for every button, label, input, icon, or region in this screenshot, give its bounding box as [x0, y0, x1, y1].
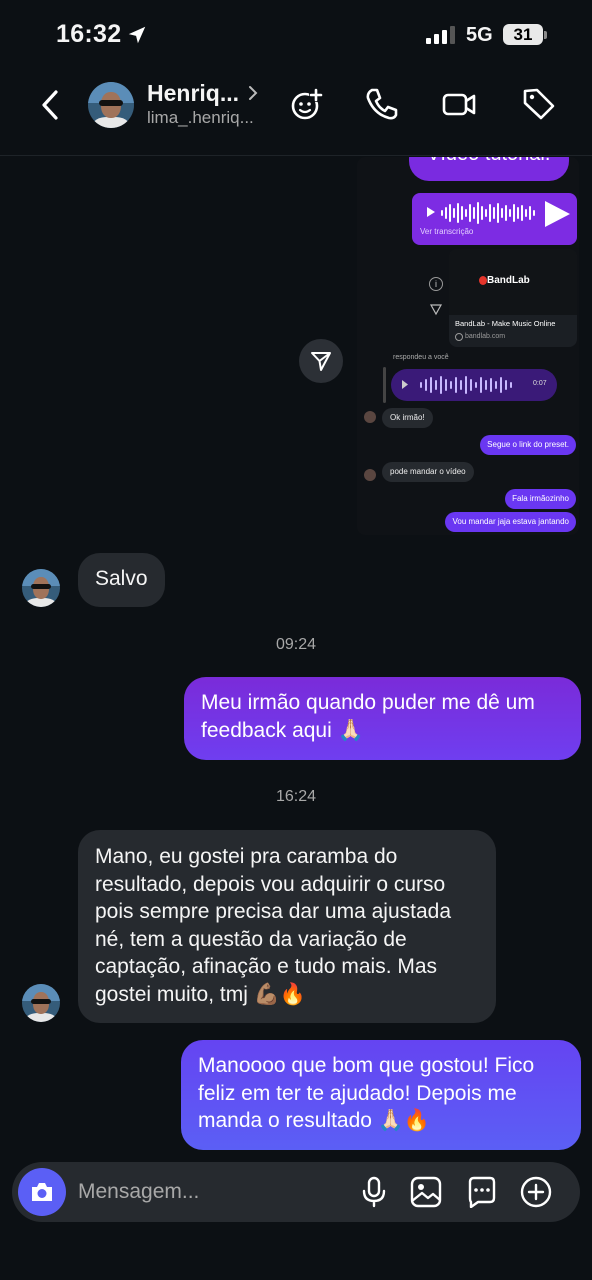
message-input[interactable] — [78, 1177, 328, 1207]
si-bandlab-logo-icon — [479, 276, 487, 285]
si-audio-card: Ver transcrição — [412, 193, 577, 245]
add-effects-icon[interactable] — [289, 86, 325, 122]
phone-icon[interactable] — [364, 86, 400, 122]
microphone-icon[interactable] — [358, 1176, 390, 1208]
message-bubble-received[interactable]: Mano, eu gostei pra caramba do resultado… — [78, 830, 496, 1023]
contact-username[interactable]: lima_.henriq... — [147, 108, 254, 128]
si-message-2: Segue o link do preset. — [480, 435, 576, 455]
plus-circle-icon[interactable] — [520, 1176, 552, 1208]
battery-indicator: 31 — [503, 24, 543, 45]
si-play-icon-2 — [402, 380, 408, 389]
si-globe-icon — [455, 333, 463, 341]
sender-avatar[interactable] — [22, 569, 60, 607]
message-composer — [12, 1162, 580, 1222]
location-arrow-icon — [128, 26, 146, 44]
si-top-bubble: Vídeo tutorial. — [409, 157, 569, 181]
si-message-3: pode mandar o vídeo — [382, 462, 474, 482]
si-waveform-2 — [420, 376, 512, 394]
si-avatar-1 — [364, 411, 376, 423]
contact-avatar[interactable] — [88, 82, 134, 128]
si-link-card: BandLab BandLab - Make Music Online band… — [449, 249, 577, 347]
si-reply-bar — [383, 367, 386, 403]
si-transcript-link: Ver transcrição — [420, 227, 474, 236]
tag-icon[interactable] — [521, 86, 557, 122]
si-audio-duration: 0:07 — [533, 380, 547, 387]
message-bubble-received[interactable]: Salvo — [78, 553, 165, 607]
image-icon[interactable] — [410, 1176, 442, 1208]
message-timestamp: 09:24 — [275, 636, 317, 653]
status-bar: 16:32 5G 31 — [0, 0, 592, 70]
si-waveform — [441, 202, 535, 224]
si-message-4: Fala irmãozinho — [505, 489, 576, 509]
si-replied-label: respondeu a você — [393, 354, 449, 361]
si-audio-message: 0:07 — [391, 369, 557, 401]
sender-avatar[interactable] — [22, 984, 60, 1022]
chevron-right-icon[interactable] — [246, 84, 260, 102]
signal-icon — [426, 26, 455, 44]
shared-screenshot[interactable]: Vídeo tutorial. Ver transcrição i BandLa… — [357, 157, 579, 535]
si-large-play-icon — [545, 201, 570, 227]
message-bubble-sent[interactable]: Manoooo que bom que gostou! Fico feliz e… — [181, 1040, 581, 1150]
contact-name[interactable]: Henriq... — [147, 80, 239, 107]
si-link-url: bandlab.com — [465, 333, 506, 340]
si-link-title: BandLab - Make Music Online — [455, 319, 556, 328]
video-camera-icon[interactable] — [441, 86, 477, 122]
si-avatar-2 — [364, 469, 376, 481]
network-label: 5G — [466, 24, 493, 46]
si-message-5: Vou mandar jaja estava jantando — [445, 512, 576, 532]
si-share-icon — [429, 304, 443, 316]
back-chevron-icon[interactable] — [36, 87, 66, 123]
camera-icon — [32, 1183, 52, 1201]
si-play-icon — [427, 207, 435, 217]
camera-button[interactable] — [18, 1168, 66, 1216]
si-message-1: Ok irmão! — [382, 408, 433, 428]
si-info-icon: i — [429, 277, 443, 291]
battery-tip — [544, 31, 547, 39]
status-time: 16:32 — [56, 20, 122, 48]
share-button[interactable] — [299, 339, 343, 383]
message-bubble-sent[interactable]: Meu irmão quando puder me dê um feedback… — [184, 677, 581, 760]
chat-header: Henriq... lima_.henriq... — [0, 70, 592, 156]
si-bandlab-brand: BandLab — [487, 275, 530, 286]
message-timestamp: 16:24 — [275, 788, 317, 805]
sticker-icon[interactable] — [466, 1176, 498, 1208]
share-arrow-icon — [311, 352, 331, 371]
